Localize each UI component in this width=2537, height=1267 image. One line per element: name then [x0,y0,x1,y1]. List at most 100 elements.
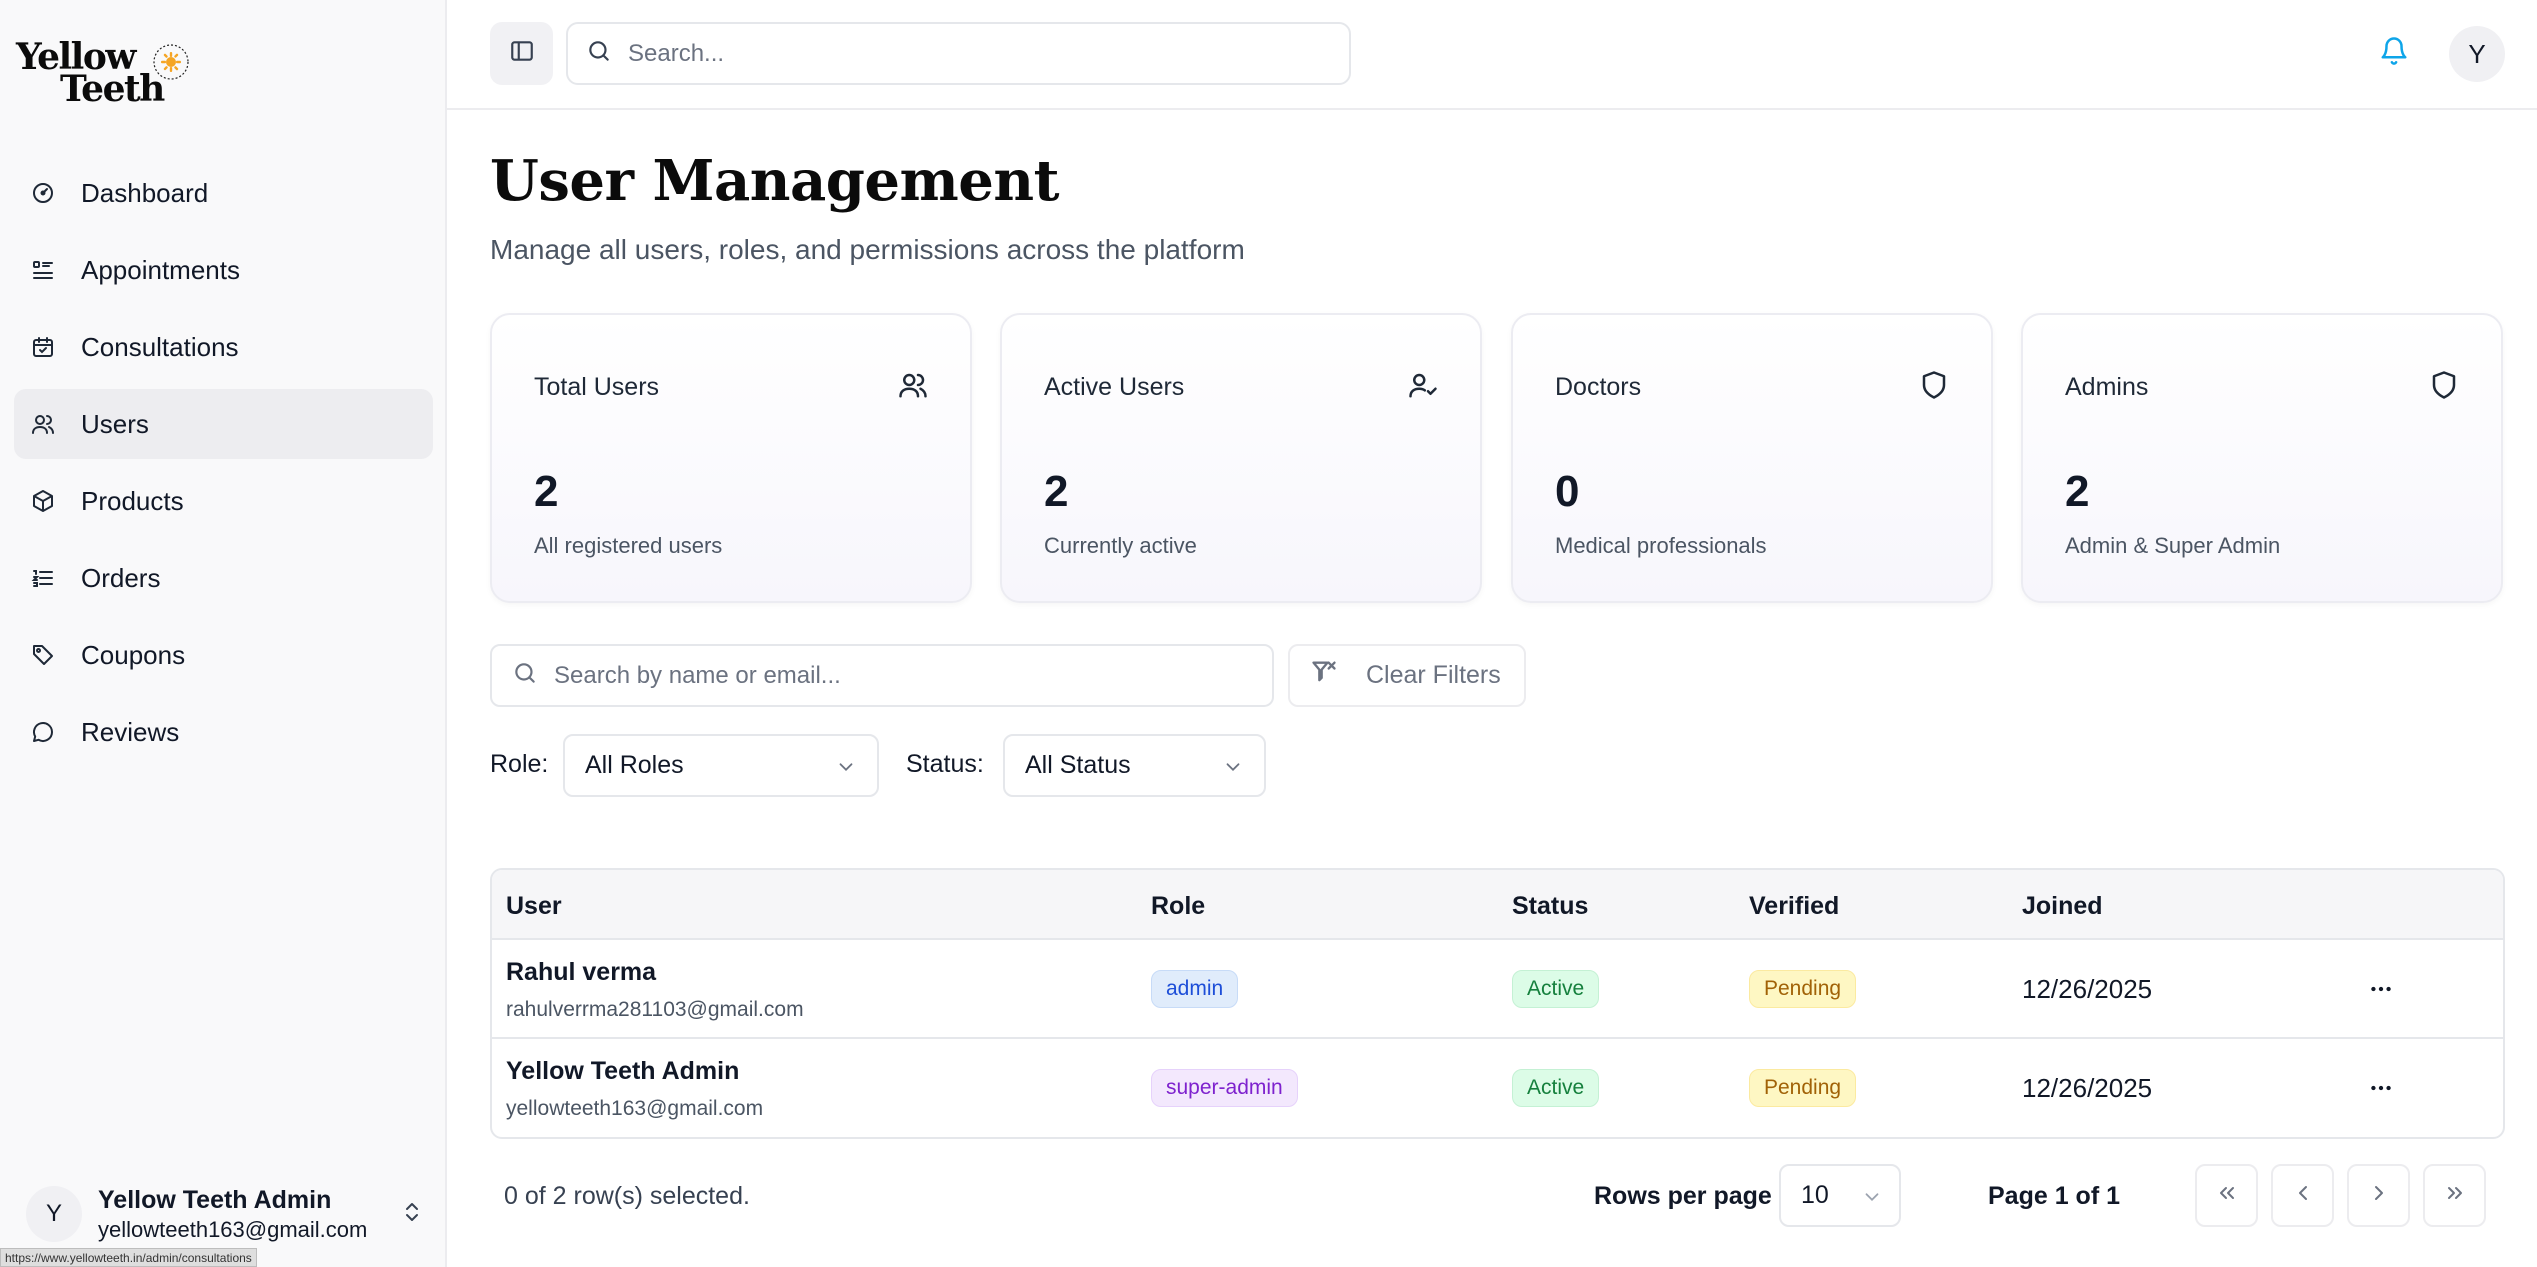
stat-card-doctors: Doctors 0 Medical professionals [1511,313,1993,603]
search-input[interactable] [628,39,1328,68]
sidebar-item-orders[interactable]: Orders [14,543,433,613]
stat-card-title: Total Users [534,373,660,401]
clear-filters-button[interactable]: Clear Filters [1288,644,1526,707]
stat-card-total-users: Total Users 2 All registered users [490,313,972,603]
status-url: https://www.yellowteeth.in/admin/consult… [0,1248,257,1267]
sidebar-item-reviews[interactable]: Reviews [14,697,433,767]
stat-card-subtitle: Medical professionals [1555,533,1767,558]
avatar: Y [26,1186,82,1242]
ordered-list-icon [30,565,56,591]
more-horizontal-icon[interactable] [2368,1075,2394,1106]
chevron-down-icon [1222,756,1244,785]
stat-card-value: 0 [1555,467,1580,516]
search-icon [586,38,612,69]
users-table: User Role Status Verified Joined Rahul v… [490,868,2505,1139]
column-header-status[interactable]: Status [1512,892,1588,921]
sidebar-item-coupons[interactable]: Coupons [14,620,433,690]
global-search[interactable] [566,22,1351,85]
status-select-value: All Status [1025,751,1131,779]
column-header-user[interactable]: User [506,892,562,921]
status-select[interactable]: All Status [1003,734,1266,797]
avatar[interactable]: Y [2449,26,2505,82]
verified-badge: Pending [1749,970,1857,1008]
yellow-teeth-logo[interactable]: Yellow Teeth [14,32,194,112]
role-select[interactable]: All Roles [563,734,879,797]
user-search-input[interactable] [554,661,1254,690]
table-row[interactable]: Rahul verma rahulverrma281103@gmail.com … [492,940,2503,1039]
chevrons-left-icon [2215,1181,2239,1210]
sidebar-item-label: Coupons [81,639,186,670]
list-icon [30,257,56,283]
logo-sun-icon [153,44,189,80]
stat-card-title: Doctors [1555,373,1642,401]
sidebar-item-label: Orders [81,562,161,593]
calendar-icon [30,334,56,360]
sidebar-item-dashboard[interactable]: Dashboard [14,158,433,228]
table-pagination: 0 of 2 row(s) selected. Rows per page 10… [490,1160,2505,1230]
verified-badge: Pending [1749,1069,1857,1107]
rows-per-page-label: Rows per page [1594,1182,1772,1210]
chevron-left-icon [2291,1181,2315,1210]
sidebar-toggle-button[interactable] [490,22,553,85]
last-page-button[interactable] [2423,1164,2486,1227]
next-page-button[interactable] [2347,1164,2410,1227]
sidebar-item-label: Consultations [81,331,239,362]
stats-cards: Total Users 2 All registered users Activ… [490,313,2505,603]
stat-card-value: 2 [534,467,559,516]
sidebar-item-consultations[interactable]: Consultations [14,312,433,382]
sidebar-item-label: Appointments [81,254,240,285]
more-horizontal-icon[interactable] [2368,976,2394,1007]
sidebar-user-menu[interactable]: Y Yellow Teeth Admin yellowteeth163@gmai… [26,1184,436,1244]
sidebar-item-label: Reviews [81,716,180,747]
stat-card-title: Active Users [1044,373,1185,401]
chevrons-right-icon [2443,1181,2467,1210]
page-title: User Management [490,148,1060,214]
rows-per-page-value: 10 [1801,1181,1829,1209]
tag-icon [30,642,56,668]
user-search[interactable] [490,644,1274,707]
stat-card-active-users: Active Users 2 Currently active [1000,313,1482,603]
user-email: rahulverrma281103@gmail.com [506,998,804,1021]
status-badge: Active [1512,970,1600,1008]
users-icon [30,411,56,437]
sidebar-user-email: yellowteeth163@gmail.com [98,1216,368,1242]
sidebar-item-label: Dashboard [81,177,209,208]
previous-page-button[interactable] [2271,1164,2334,1227]
joined-date: 12/26/2025 [2022,974,2153,1004]
sidebar-item-label: Products [81,485,184,516]
stat-card-admins: Admins 2 Admin & Super Admin [2021,313,2503,603]
joined-date: 12/26/2025 [2022,1073,2153,1103]
rows-per-page-select[interactable]: 10 [1779,1164,1901,1227]
stat-card-subtitle: Currently active [1044,533,1197,558]
gauge-icon [30,180,56,206]
status-filter-label: Status: [906,750,984,778]
column-header-role[interactable]: Role [1151,892,1205,921]
column-header-verified[interactable]: Verified [1749,892,1839,921]
chevron-down-icon [1861,1186,1883,1215]
column-header-joined[interactable]: Joined [2022,892,2103,921]
shield-icon [2429,370,2459,405]
sidebar: Yellow Teeth Dashboard Appointments Cons… [0,0,447,1267]
chevron-down-icon [835,756,857,785]
panel-left-icon [509,38,535,69]
table-row[interactable]: Yellow Teeth Admin yellowteeth163@gmail.… [492,1039,2503,1137]
stat-card-value: 2 [2065,467,2090,516]
clear-filters-label: Clear Filters [1366,661,1501,689]
sidebar-item-appointments[interactable]: Appointments [14,235,433,305]
first-page-button[interactable] [2195,1164,2258,1227]
search-icon [512,660,538,691]
bell-icon[interactable] [2379,36,2409,71]
role-badge: super-admin [1151,1069,1298,1107]
page-indicator: Page 1 of 1 [1988,1182,2120,1210]
role-filter-label: Role: [490,750,549,778]
sidebar-nav: Dashboard Appointments Consultations Use… [14,158,433,774]
selected-rows-count: 0 of 2 row(s) selected. [504,1182,750,1210]
status-badge: Active [1512,1069,1600,1107]
table-header: User Role Status Verified Joined [492,870,2503,940]
sidebar-item-users[interactable]: Users [14,389,433,459]
sidebar-item-products[interactable]: Products [14,466,433,536]
chevrons-up-down-icon [400,1200,424,1229]
stat-card-subtitle: Admin & Super Admin [2065,533,2281,558]
sidebar-user-info: Yellow Teeth Admin yellowteeth163@gmail.… [98,1186,367,1243]
sidebar-user-name: Yellow Teeth Admin [98,1185,332,1214]
